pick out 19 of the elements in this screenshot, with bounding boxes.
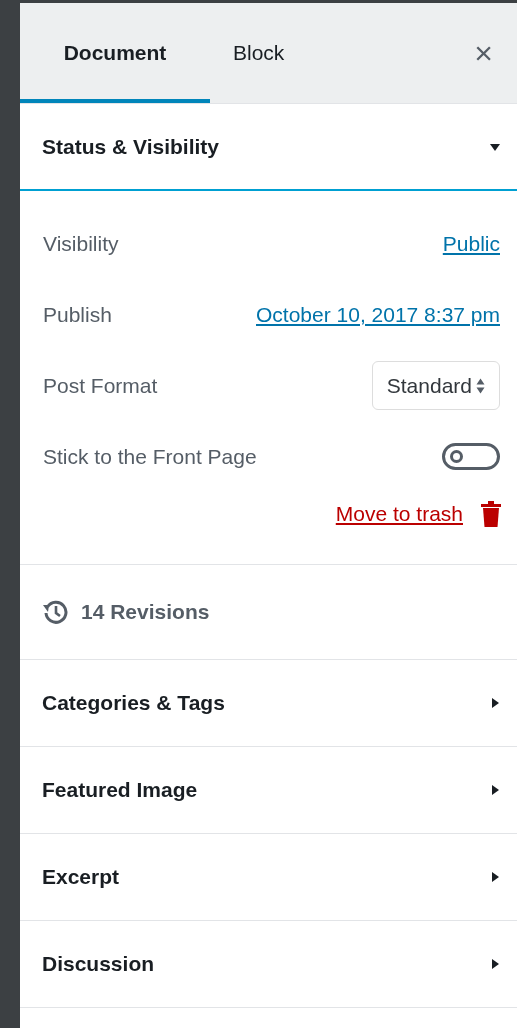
caret-right-icon	[489, 696, 501, 709]
trash-icon[interactable]	[481, 500, 501, 527]
field-label: Post Format	[43, 372, 158, 399]
caret-right-icon	[489, 870, 501, 883]
trash-link[interactable]: Move to trash	[335, 498, 463, 530]
field-label: Publish	[43, 301, 112, 328]
up-down-arrows-icon	[476, 376, 485, 395]
field-label: Stick to the Front Page	[43, 443, 257, 470]
revisions-link[interactable]: 14 Revisions	[20, 563, 517, 660]
value-link[interactable]: Public	[442, 227, 500, 260]
toggle-switch[interactable]	[442, 443, 500, 470]
sidebar-tab[interactable]: Block	[210, 3, 308, 103]
value-link[interactable]: October 10, 2017 8:37 pm	[256, 298, 500, 331]
field-label: Visibility	[43, 230, 119, 257]
caret-right-icon	[489, 783, 501, 796]
caret-right-icon	[489, 957, 501, 970]
history-icon	[43, 598, 69, 625]
format-select[interactable]: Standard	[371, 360, 500, 411]
close-button[interactable]: ×	[474, 3, 517, 103]
